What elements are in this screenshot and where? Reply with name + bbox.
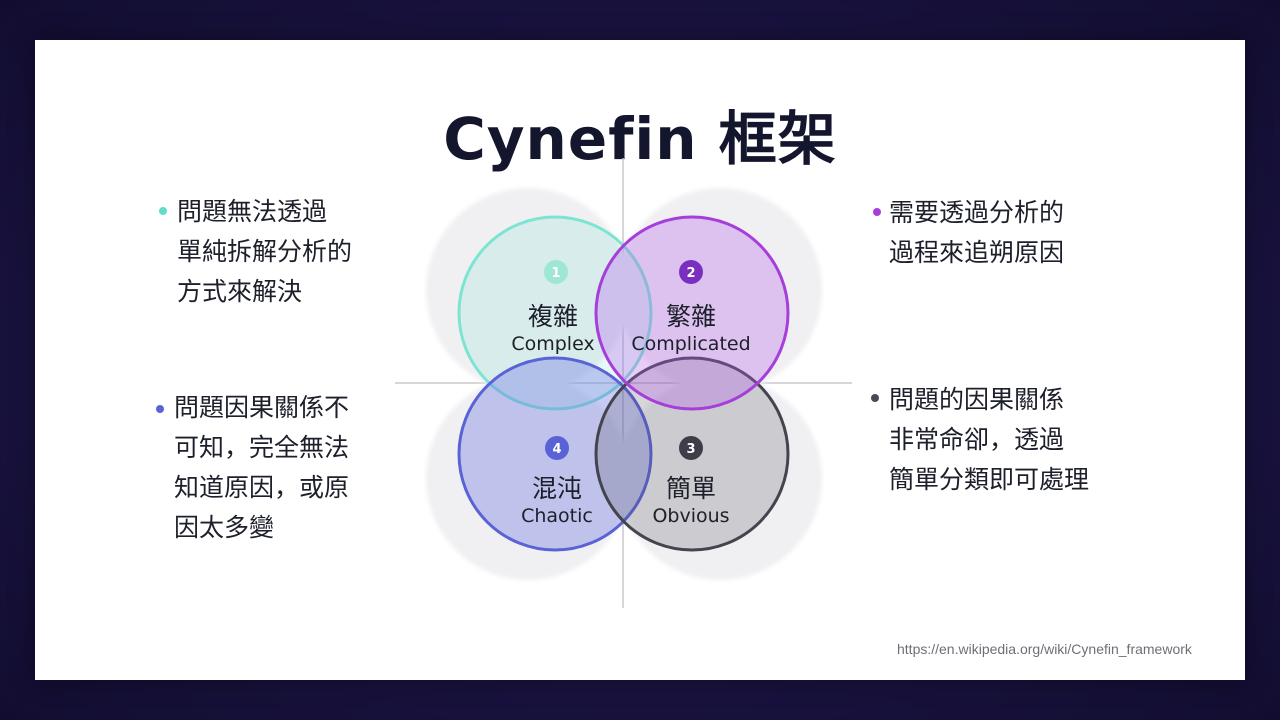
badge-1-number: 1: [551, 266, 560, 281]
badge-2-number: 2: [686, 266, 695, 281]
complex-label-zh: 複雜: [528, 302, 578, 331]
badge-4-number: 4: [552, 442, 561, 457]
badge-2: 2: [679, 260, 703, 284]
chaotic-label-en: Chaotic: [521, 505, 593, 527]
badge-3-number: 3: [686, 442, 695, 457]
obvious-label-zh: 簡單: [666, 474, 716, 503]
cynefin-diagram: 1 2 4 3 複雜 Complex 繁雜 Complicated 混沌 Cha…: [395, 158, 852, 608]
complex-label-en: Complex: [511, 333, 594, 355]
badge-1: 1: [544, 260, 568, 284]
obvious-label-en: Obvious: [652, 505, 729, 527]
badge-4: 4: [545, 436, 569, 460]
badge-3: 3: [679, 436, 703, 460]
chaotic-label-zh: 混沌: [532, 474, 582, 503]
complicated-label-en: Complicated: [631, 333, 750, 355]
complicated-label-zh: 繁雜: [666, 302, 716, 331]
